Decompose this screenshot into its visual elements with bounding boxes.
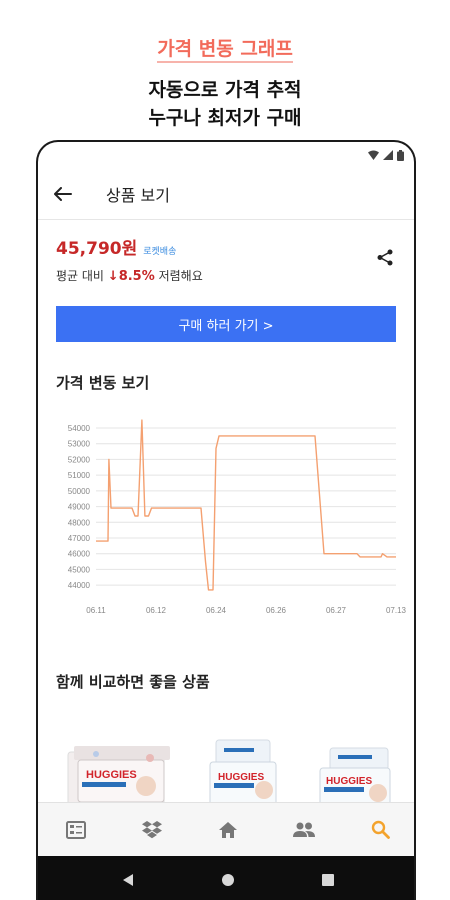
people-icon bbox=[293, 822, 315, 837]
product-brand-2: HUGGIES bbox=[218, 772, 264, 783]
y-tick-label: 46000 bbox=[68, 550, 91, 559]
compare-percent: 8.5% bbox=[118, 269, 155, 284]
price-row: 45,790원 로켓배송 bbox=[56, 234, 396, 259]
compare-suffix: 저렴해요 bbox=[154, 269, 203, 283]
price-comparison: 평균 대비 ↓8.5% 저렴해요 bbox=[56, 267, 396, 284]
back-button[interactable] bbox=[38, 168, 88, 220]
promo-tag-text: 가격 변동 그래프 bbox=[157, 38, 293, 63]
dropbox-icon bbox=[142, 820, 162, 838]
tab-list[interactable] bbox=[56, 810, 96, 850]
page-title: 상품 보기 bbox=[106, 185, 170, 205]
y-tick-label: 48000 bbox=[68, 518, 91, 527]
tab-search[interactable] bbox=[360, 810, 400, 850]
x-tick-label: 07.13 bbox=[386, 606, 407, 615]
home-icon bbox=[219, 821, 237, 838]
app-bar: 상품 보기 bbox=[38, 168, 414, 220]
delivery-badge: 로켓배송 bbox=[143, 247, 177, 257]
recommend-section-title: 함께 비교하면 좋을 상품 bbox=[56, 673, 210, 691]
y-tick-label: 51000 bbox=[68, 471, 91, 480]
y-tick-label: 45000 bbox=[68, 565, 91, 574]
system-nav-bar bbox=[38, 856, 414, 900]
x-tick-label: 06.26 bbox=[266, 606, 287, 615]
y-tick-label: 53000 bbox=[68, 440, 91, 449]
y-tick-label: 50000 bbox=[68, 487, 91, 496]
y-tick-label: 44000 bbox=[68, 581, 91, 590]
share-icon bbox=[377, 249, 393, 265]
search-icon bbox=[371, 820, 390, 839]
compare-arrow: ↓ bbox=[107, 269, 119, 284]
nav-recents-button[interactable] bbox=[313, 865, 343, 895]
price-summary: 45,790원 로켓배송 평균 대비 ↓8.5% 저렴해요 bbox=[38, 220, 414, 290]
buy-button[interactable]: 구매 하러 가기 > bbox=[56, 306, 396, 342]
list-icon bbox=[66, 820, 86, 839]
signal-icon bbox=[383, 150, 393, 160]
price-series-line bbox=[96, 419, 396, 591]
compare-prefix: 평균 대비 bbox=[56, 269, 108, 283]
product-thumbnail-1[interactable]: HUGGIES bbox=[67, 746, 170, 802]
promo-headline-line1: 자동으로 가격 추적 bbox=[148, 79, 302, 101]
x-tick-label: 06.24 bbox=[206, 606, 227, 615]
product-brand-3: HUGGIES bbox=[326, 776, 372, 787]
nav-home-button[interactable] bbox=[213, 865, 243, 895]
price-chart: 44000 45000 46000 47000 48000 49000 50000 51000… bbox=[68, 419, 407, 615]
square-recents-icon bbox=[322, 874, 334, 886]
phone-frame: 상품 보기 45,790원 로켓배송 평균 대비 ↓8.5% 저렴해요 구매 하… bbox=[36, 140, 416, 900]
y-tick-label: 54000 bbox=[68, 424, 91, 433]
product-thumbnail-3[interactable]: HUGGIES bbox=[319, 747, 391, 802]
promo-headline: 자동으로 가격 추적 누구나 최저가 구매 bbox=[0, 76, 450, 132]
tab-dropbox[interactable] bbox=[132, 810, 172, 850]
x-tick-label: 06.12 bbox=[146, 606, 167, 615]
status-bar bbox=[38, 142, 414, 168]
product-thumbnails: HUGGIES HUGGIES HUGGIES bbox=[38, 738, 414, 802]
nav-back-button[interactable] bbox=[113, 865, 143, 895]
promo-headline-line2: 누구나 최저가 구매 bbox=[148, 107, 302, 129]
arrow-left-icon bbox=[54, 186, 72, 201]
y-tick-label: 47000 bbox=[68, 534, 91, 543]
x-tick-label: 06.27 bbox=[326, 606, 347, 615]
chart-section-title: 가격 변동 보기 bbox=[56, 374, 150, 392]
product-brand-1: HUGGIES bbox=[86, 769, 137, 781]
y-tick-label: 49000 bbox=[68, 503, 91, 512]
x-tick-label: 06.11 bbox=[86, 606, 106, 615]
tab-people[interactable] bbox=[284, 810, 324, 850]
y-tick-label: 52000 bbox=[68, 455, 91, 464]
battery-icon bbox=[397, 149, 404, 161]
promo-tag: 가격 변동 그래프 bbox=[0, 34, 450, 63]
bottom-tab-bar bbox=[38, 802, 414, 856]
circle-home-icon bbox=[222, 874, 234, 886]
share-button[interactable] bbox=[374, 246, 396, 268]
triangle-back-icon bbox=[123, 874, 133, 886]
tab-home[interactable] bbox=[208, 810, 248, 850]
current-price: 45,790원 bbox=[56, 239, 138, 259]
product-thumbnail-2[interactable]: HUGGIES bbox=[209, 739, 277, 802]
wifi-icon bbox=[368, 150, 379, 160]
